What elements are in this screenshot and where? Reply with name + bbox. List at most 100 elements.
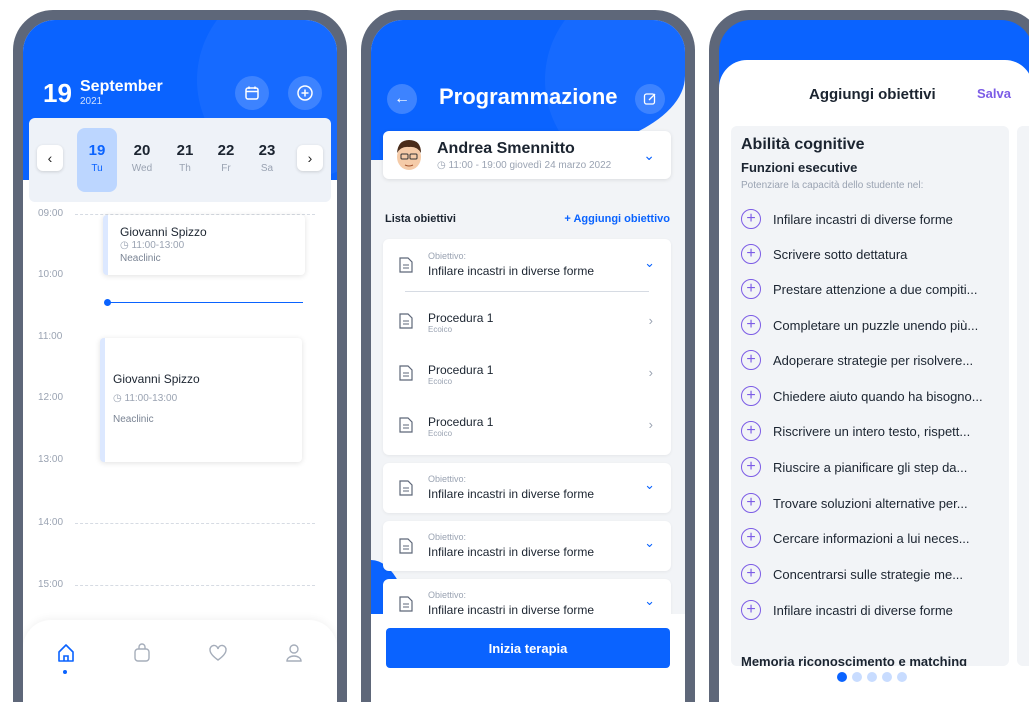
event-name: Giovanni Spizzo (120, 225, 207, 239)
sheet-title: Aggiungi obiettivi (809, 86, 936, 103)
add-event-button[interactable] (288, 76, 322, 110)
goal-item[interactable]: + Concentrarsi sulle strategie me... (741, 563, 1007, 585)
day-label: Th (179, 163, 191, 174)
plus-circle-icon: + (741, 564, 761, 584)
event-time: ◷ 11:00-13:00 (120, 240, 185, 251)
start-therapy-button[interactable]: Inizia terapia (386, 628, 670, 668)
prev-week-button[interactable]: ‹ (37, 145, 63, 171)
goal-item[interactable]: + Infilare incastri di diverse forme (741, 599, 1007, 621)
patient-selector[interactable]: Andrea Smennitto ◷ 11:00 - 19:00 giovedì… (383, 131, 671, 179)
goal-item[interactable]: + Cercare informazioni a lui neces... (741, 527, 1007, 549)
day-number: 22 (217, 142, 235, 159)
next-week-button[interactable]: › (297, 145, 323, 171)
goal-item[interactable]: + Infilare incastri di diverse forme (741, 208, 1007, 230)
goal-item[interactable]: + Riscrivere un intero testo, rispett... (741, 420, 1007, 442)
event-name: Giovanni Spizzo (113, 372, 200, 386)
day-item[interactable]: 20 Wed (122, 128, 162, 192)
tab-profile[interactable] (281, 640, 307, 666)
objective-card[interactable]: Obiettivo: Infilare incastri in diverse … (383, 521, 671, 571)
goal-label: Concentrarsi sulle strategie me... (773, 566, 964, 582)
event-time-value: 11:00-13:00 (124, 393, 178, 404)
time-label: 09:00 (38, 208, 64, 219)
goal-label: Scrivere sotto dettatura (773, 246, 908, 262)
avatar (397, 140, 421, 170)
page-dot[interactable] (852, 672, 862, 682)
procedure-type: Ecoico (428, 377, 453, 386)
subcategory-title: Funzioni esecutive (741, 160, 858, 175)
event-time: ◷ 11:00-13:00 (113, 393, 178, 404)
event-card[interactable]: Giovanni Spizzo ◷ 11:00-13:00 Neaclinic (100, 338, 302, 462)
goal-label: Riuscire a pianificare gli step da... (773, 459, 968, 475)
day-item[interactable]: 22 Fr (206, 128, 246, 192)
day-item[interactable]: 21 Th (165, 128, 205, 192)
edit-icon (643, 93, 656, 105)
day-item[interactable]: 19 Tu (77, 128, 117, 192)
day-label: Wed (131, 163, 153, 174)
phone-goals: Aggiungi obiettivi Salva Abilità cogniti… (709, 10, 1029, 702)
chevron-right-icon: › (648, 365, 653, 380)
tab-bag[interactable] (129, 640, 155, 666)
program-screen: ← Programmazione Andrea Smennitto ◷ 11:0… (371, 20, 685, 702)
chevron-right-icon: › (648, 417, 653, 432)
next-category-title: Memoria riconoscimento e matching (741, 654, 968, 666)
page-dot[interactable] (897, 672, 907, 682)
hour-divider (75, 585, 315, 586)
calendar-button[interactable] (235, 76, 269, 110)
plus-circle-icon: + (741, 244, 761, 264)
patient-name: Andrea Smennitto (437, 140, 575, 157)
category-card-next (1017, 126, 1029, 666)
phone-program: ← Programmazione Andrea Smennitto ◷ 11:0… (361, 10, 695, 702)
chevron-down-icon: ⌄ (644, 593, 655, 608)
document-icon (399, 480, 413, 496)
day-number: 19 (88, 142, 106, 159)
goal-label: Riscrivere un intero testo, rispett... (773, 423, 971, 439)
day-number: 21 (176, 142, 194, 159)
date-day: 19 (43, 78, 72, 108)
goals-sheet: Aggiungi obiettivi Salva Abilità cogniti… (719, 60, 1029, 702)
arrow-left-icon: ← (394, 90, 410, 107)
objective-card-expanded: Obiettivo: Infilare incastri in diverse … (383, 239, 671, 455)
objective-label: Obiettivo: (428, 474, 467, 484)
event-card[interactable]: Giovanni Spizzo ◷ 11:00-13:00 Neaclinic (103, 215, 305, 275)
tab-home[interactable] (53, 640, 79, 666)
goal-label: Infilare incastri di diverse forme (773, 211, 953, 227)
goal-item[interactable]: + Trovare soluzioni alternative per... (741, 492, 1007, 514)
goal-item[interactable]: + Prestare attenzione a due compiti... (741, 278, 1007, 300)
page-indicator (837, 672, 907, 682)
collapse-button[interactable]: ⌄ (644, 255, 655, 271)
time-label: 11:00 (38, 331, 63, 342)
date-year: 2021 (80, 96, 103, 107)
procedure-type: Ecoico (428, 429, 453, 438)
page-title: Programmazione (439, 84, 618, 109)
page-dot[interactable] (867, 672, 877, 682)
goal-item[interactable]: + Completare un puzzle unendo più... (741, 314, 1007, 336)
save-button[interactable]: Salva (977, 86, 1011, 101)
procedure-name: Procedura 1 (428, 415, 494, 429)
document-icon (399, 417, 413, 433)
plus-circle-icon: + (741, 315, 761, 335)
objective-name: Infilare incastri in diverse forme (428, 487, 595, 501)
edit-button[interactable] (635, 84, 665, 114)
chevron-down-icon: ⌄ (644, 535, 655, 550)
category-description: Potenziare la capacità dello studente ne… (741, 180, 924, 191)
objective-card[interactable]: Obiettivo: Infilare incastri in diverse … (383, 463, 671, 513)
objective-label: Obiettivo: (428, 532, 467, 542)
day-item[interactable]: 23 Sa (247, 128, 287, 192)
chevron-left-icon: ‹ (47, 150, 53, 166)
plus-circle-icon: + (741, 350, 761, 370)
add-objective-link[interactable]: + Aggiungi obiettivo (564, 213, 670, 225)
document-icon (399, 257, 413, 273)
home-icon (58, 644, 74, 662)
tab-favorites[interactable] (205, 640, 231, 666)
procedure-type: Ecoico (428, 325, 453, 334)
back-button[interactable]: ← (387, 84, 417, 114)
objective-name: Infilare incastri in diverse forme (428, 545, 595, 559)
goal-item[interactable]: + Adoperare strategie per risolvere... (741, 349, 1007, 371)
goal-item[interactable]: + Riuscire a pianificare gli step da... (741, 456, 1007, 478)
goal-item[interactable]: + Chiedere aiuto quando ha bisogno... (741, 385, 1007, 407)
chevron-up-icon: ⌄ (644, 255, 655, 270)
page-dot[interactable] (882, 672, 892, 682)
page-dot[interactable] (837, 672, 847, 682)
goal-label: Chiedere aiuto quando ha bisogno... (773, 388, 983, 404)
goal-item[interactable]: + Scrivere sotto dettatura (741, 243, 1007, 265)
